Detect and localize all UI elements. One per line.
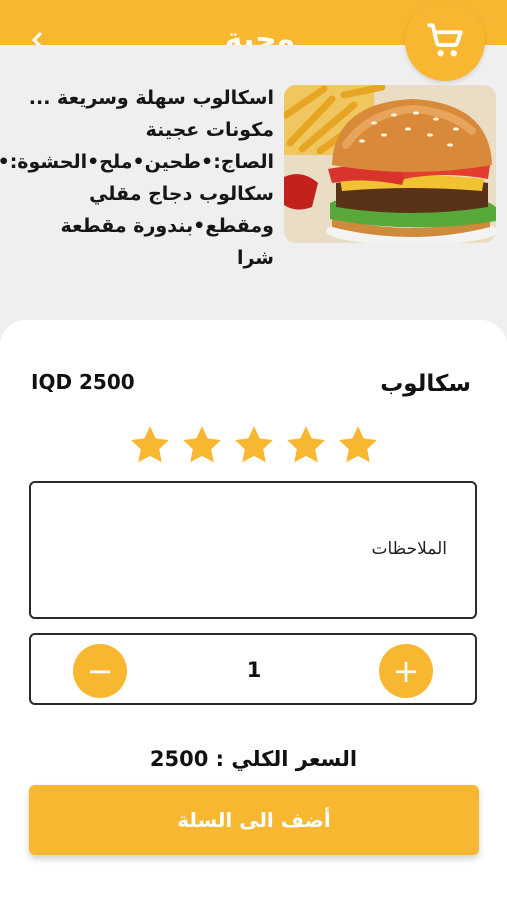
description-line: سكالوب دجاج مقلي xyxy=(89,183,274,205)
description-line: اسكالوب سهلة وسريعة ... xyxy=(28,87,274,109)
star-icon[interactable] xyxy=(232,423,276,467)
description-line: الصاج:•طحين•ملح•الحشوة:• xyxy=(0,151,274,173)
add-to-cart-label: أضف الى السلة xyxy=(177,808,331,832)
description-line: ومقطع•بندورة مقطعة شرا xyxy=(60,215,274,269)
increase-quantity-button[interactable]: + xyxy=(379,644,433,698)
notes-placeholder: الملاحظات xyxy=(371,539,447,559)
notes-field[interactable]: الملاحظات xyxy=(29,481,477,619)
product-price: IQD 2500 xyxy=(31,370,135,394)
product-name: سكالوب xyxy=(380,371,471,397)
decrease-quantity-button[interactable]: − xyxy=(73,644,127,698)
page-title: وجبة xyxy=(224,22,296,45)
total-price: السعر الكلي : 2500 xyxy=(149,747,358,771)
quantity-stepper: − 1 + xyxy=(29,633,477,705)
rating-stars[interactable] xyxy=(128,422,380,468)
star-icon[interactable] xyxy=(336,423,380,467)
product-description: اسكالوب سهلة وسريعة ... مكونات عجينة الص… xyxy=(0,82,274,274)
description-line: مكونات عجينة xyxy=(145,119,274,141)
add-to-cart-button[interactable]: أضف الى السلة xyxy=(29,785,479,855)
cart-button[interactable] xyxy=(405,1,485,81)
chevron-left-icon xyxy=(31,31,43,45)
back-button[interactable] xyxy=(28,30,48,45)
shopping-cart-icon xyxy=(427,23,463,57)
star-icon[interactable] xyxy=(180,423,224,467)
star-icon[interactable] xyxy=(284,423,328,467)
quantity-value: 1 xyxy=(246,658,262,682)
star-icon[interactable] xyxy=(128,423,172,467)
product-image xyxy=(284,85,496,243)
